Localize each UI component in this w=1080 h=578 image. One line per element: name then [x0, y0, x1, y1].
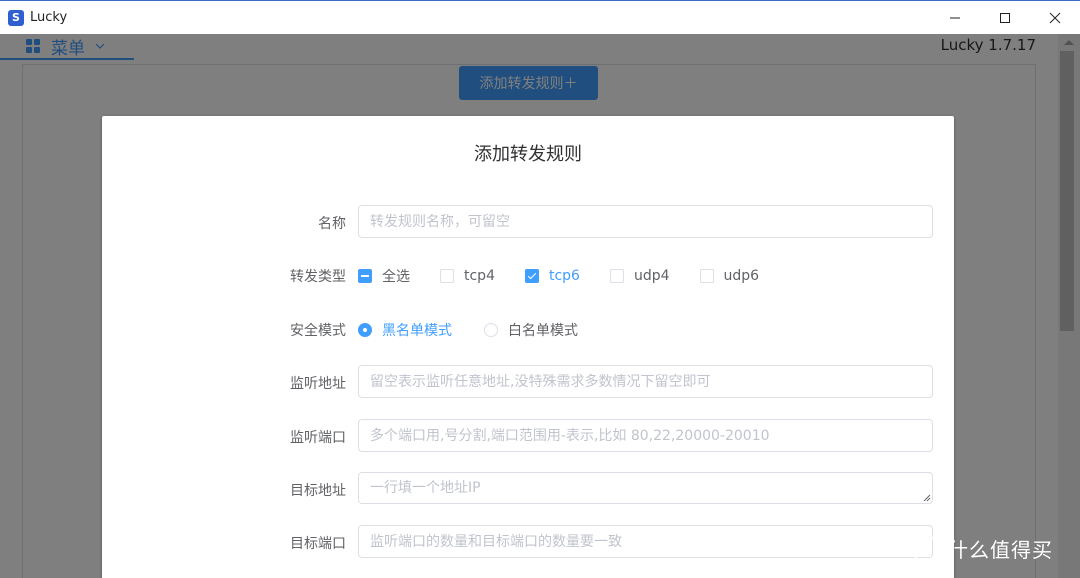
- target-address-wrapper: [102, 472, 954, 504]
- listen-address-label: 监听地址: [290, 376, 346, 392]
- checkbox-checked-icon[interactable]: [524, 269, 539, 283]
- checkbox-indeterminate-icon[interactable]: [358, 269, 372, 283]
- checkbox-select-all[interactable]: 全选: [358, 266, 410, 286]
- checkbox-label: tcp6: [548, 268, 580, 284]
- name-label: 名称: [318, 216, 346, 232]
- resize-grip-icon[interactable]: [923, 494, 931, 502]
- target-port-label: 目标端口: [290, 536, 346, 552]
- security-mode-group: 黑名单模式 白名单模式: [358, 320, 610, 340]
- watermark: 什么值得买: [912, 534, 1053, 563]
- radio-label: 白名单模式: [508, 323, 578, 339]
- maximize-button[interactable]: [980, 1, 1030, 35]
- radio-selected-icon[interactable]: [358, 323, 372, 337]
- radio-label: 黑名单模式: [382, 323, 452, 339]
- window-titlebar: S Lucky: [0, 0, 1080, 34]
- checkbox-icon[interactable]: [440, 269, 454, 283]
- radio-blacklist[interactable]: 黑名单模式: [358, 320, 452, 340]
- target-address-textarea[interactable]: [358, 472, 933, 504]
- checkbox-label: tcp4: [464, 268, 495, 284]
- checkbox-icon[interactable]: [609, 269, 624, 283]
- watermark-text: 什么值得买: [948, 538, 1053, 562]
- forward-type-label: 转发类型: [290, 269, 346, 285]
- minimize-button[interactable]: [930, 1, 980, 35]
- checkbox-udp6[interactable]: udp6: [699, 268, 760, 284]
- minimize-icon: [950, 17, 960, 19]
- window-controls: [930, 1, 1080, 35]
- radio-icon[interactable]: [484, 323, 498, 337]
- add-rule-dialog: 添加转发规则 名称 转发类型 全选 tcp4 tcp6 udp4 udp6 安全…: [102, 116, 954, 578]
- forward-type-group: 全选 tcp4 tcp6 udp4 udp6: [358, 266, 789, 286]
- listen-port-label: 监听端口: [290, 430, 346, 446]
- checkbox-icon[interactable]: [699, 269, 714, 283]
- listen-port-input[interactable]: [358, 419, 933, 452]
- app-logo-icon: S: [8, 9, 24, 26]
- checkbox-udp4[interactable]: udp4: [609, 268, 670, 284]
- watermark-logo-icon: [912, 534, 940, 563]
- checkbox-tcp6[interactable]: tcp6: [524, 268, 580, 284]
- dialog-title: 添加转发规则: [474, 144, 582, 165]
- close-icon: [1049, 12, 1061, 24]
- checkbox-label: udp6: [723, 268, 760, 284]
- listen-address-input[interactable]: [358, 365, 933, 398]
- name-input[interactable]: [358, 205, 933, 238]
- maximize-icon: [1000, 13, 1010, 23]
- checkbox-tcp4[interactable]: tcp4: [440, 268, 495, 284]
- window-title: Lucky: [30, 10, 68, 25]
- checkbox-label: udp4: [633, 268, 670, 284]
- close-button[interactable]: [1030, 1, 1080, 35]
- security-mode-label: 安全模式: [290, 323, 346, 339]
- checkbox-label: 全选: [382, 269, 410, 285]
- target-port-input[interactable]: [358, 525, 933, 558]
- radio-whitelist[interactable]: 白名单模式: [484, 320, 578, 340]
